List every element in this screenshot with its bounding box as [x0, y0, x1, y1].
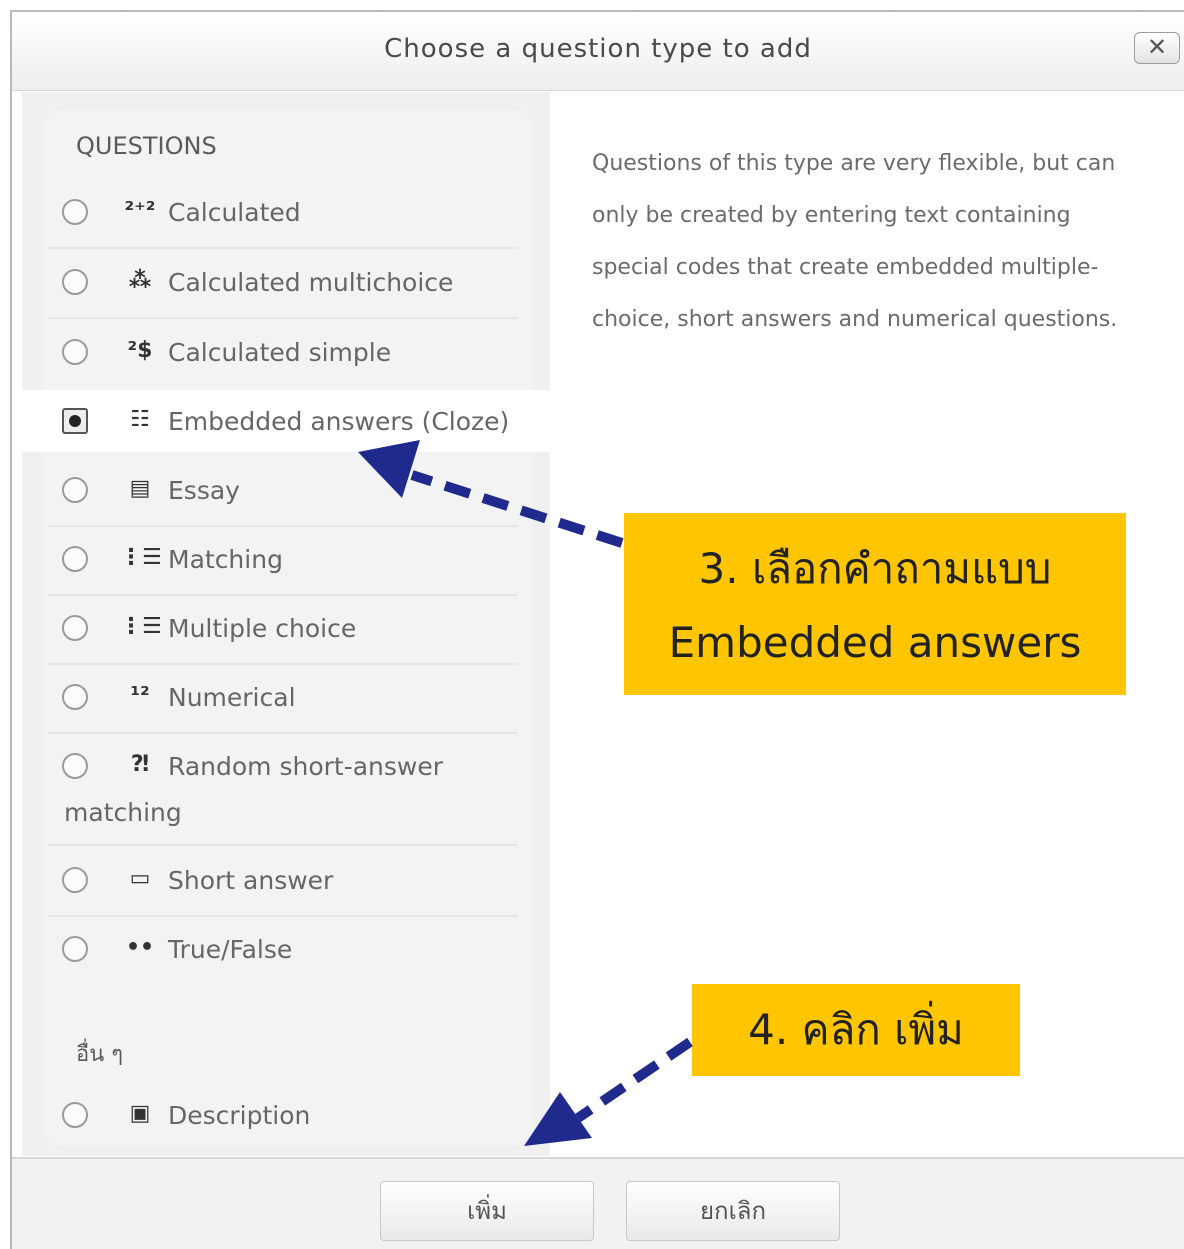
question-option-label: Embedded answers (Cloze) [168, 407, 510, 436]
close-button[interactable]: ✕ [1134, 32, 1180, 64]
divider [48, 594, 518, 596]
dialog-title: Choose a question type to add [384, 34, 812, 64]
question-option-label: Calculated multichoice [168, 268, 454, 297]
true-false-icon: •• [125, 935, 155, 960]
multiple-choice-icon: ⋮☰ [120, 614, 162, 639]
question-option-matching[interactable]: ⋮☰ Matching [22, 529, 560, 589]
section-header-other: อื่น ๆ [76, 1042, 124, 1067]
question-option-random-short-answer[interactable]: ⁈ Random short-answer matching [22, 736, 560, 840]
divider [48, 915, 518, 917]
radio-button[interactable] [62, 546, 88, 572]
question-option-label: Calculated simple [168, 338, 392, 367]
description-icon: ▣ [129, 1101, 151, 1126]
callout-step-3-line-2: Embedded answers [668, 618, 1082, 667]
add-button[interactable]: เพิ่ม [380, 1181, 594, 1241]
calculated-icon: ²⁺² [124, 198, 156, 223]
question-option-calculated-multichoice[interactable]: ⁂ Calculated multichoice [22, 252, 560, 312]
question-option-numerical[interactable]: ¹² Numerical [22, 667, 560, 727]
radio-button[interactable] [62, 753, 88, 779]
question-option-label: True/False [168, 935, 293, 964]
dialog-titlebar: Choose a question type to add ✕ [12, 12, 1184, 91]
cloze-icon: ☷ [130, 407, 150, 432]
close-icon: ✕ [1146, 33, 1168, 61]
radio-button[interactable] [62, 199, 88, 225]
radio-button[interactable] [62, 339, 88, 365]
divider [48, 844, 518, 846]
question-option-multiple-choice[interactable]: ⋮☰ Multiple choice [22, 598, 560, 658]
divider [48, 247, 518, 249]
radio-button-selected[interactable] [62, 408, 88, 434]
radio-button[interactable] [62, 477, 88, 503]
callout-step-4: 4. คลิก เพิ่ม [692, 984, 1020, 1076]
radio-button[interactable] [62, 269, 88, 295]
question-option-calculated[interactable]: ²⁺² Calculated [22, 182, 560, 242]
random-short-answer-icon: ⁈ [130, 752, 150, 777]
dialog-footer: เพิ่ม ยกเลิก [12, 1157, 1184, 1249]
question-option-label: Description [168, 1101, 311, 1130]
divider [48, 732, 518, 734]
question-option-description[interactable]: ▣ Description [22, 1085, 560, 1145]
question-option-label-continued: matching [64, 798, 182, 827]
question-option-label: Calculated [168, 198, 301, 227]
question-option-calculated-simple[interactable]: ²$ Calculated simple [22, 322, 560, 382]
question-option-label: Matching [168, 545, 283, 574]
question-option-label: Numerical [168, 683, 296, 712]
essay-icon: ▤ [129, 476, 151, 501]
radio-button[interactable] [62, 936, 88, 962]
callout-step-3: 3. เลือกคำถามแบบ Embedded answers [624, 513, 1126, 695]
divider [48, 663, 518, 665]
cancel-button[interactable]: ยกเลิก [626, 1181, 840, 1241]
short-answer-icon: ▭ [129, 866, 151, 891]
radio-button[interactable] [62, 684, 88, 710]
callout-step-3-line-1: 3. เลือกคำถามแบบ [698, 544, 1052, 593]
question-option-cloze[interactable]: ☷ Embedded answers (Cloze) [22, 390, 560, 452]
matching-icon: ⋮☰ [120, 545, 162, 570]
divider [48, 317, 518, 319]
radio-button[interactable] [62, 615, 88, 641]
question-option-label: Multiple choice [168, 614, 357, 643]
question-option-essay[interactable]: ▤ Essay [22, 460, 560, 520]
question-option-label: Random short-answer [168, 752, 444, 781]
question-option-true-false[interactable]: •• True/False [22, 919, 560, 979]
question-option-label: Short answer [168, 866, 334, 895]
question-type-description: Questions of this type are very flexible… [592, 151, 1118, 332]
calculated-multichoice-icon: ⁂ [128, 268, 152, 293]
question-option-label: Essay [168, 476, 240, 505]
numerical-icon: ¹² [130, 683, 150, 708]
divider [48, 525, 518, 527]
section-header-questions: QUESTIONS [76, 132, 217, 160]
calculated-simple-icon: ²$ [127, 338, 153, 363]
radio-button[interactable] [62, 867, 88, 893]
radio-button[interactable] [62, 1102, 88, 1128]
question-option-short-answer[interactable]: ▭ Short answer [22, 850, 560, 910]
